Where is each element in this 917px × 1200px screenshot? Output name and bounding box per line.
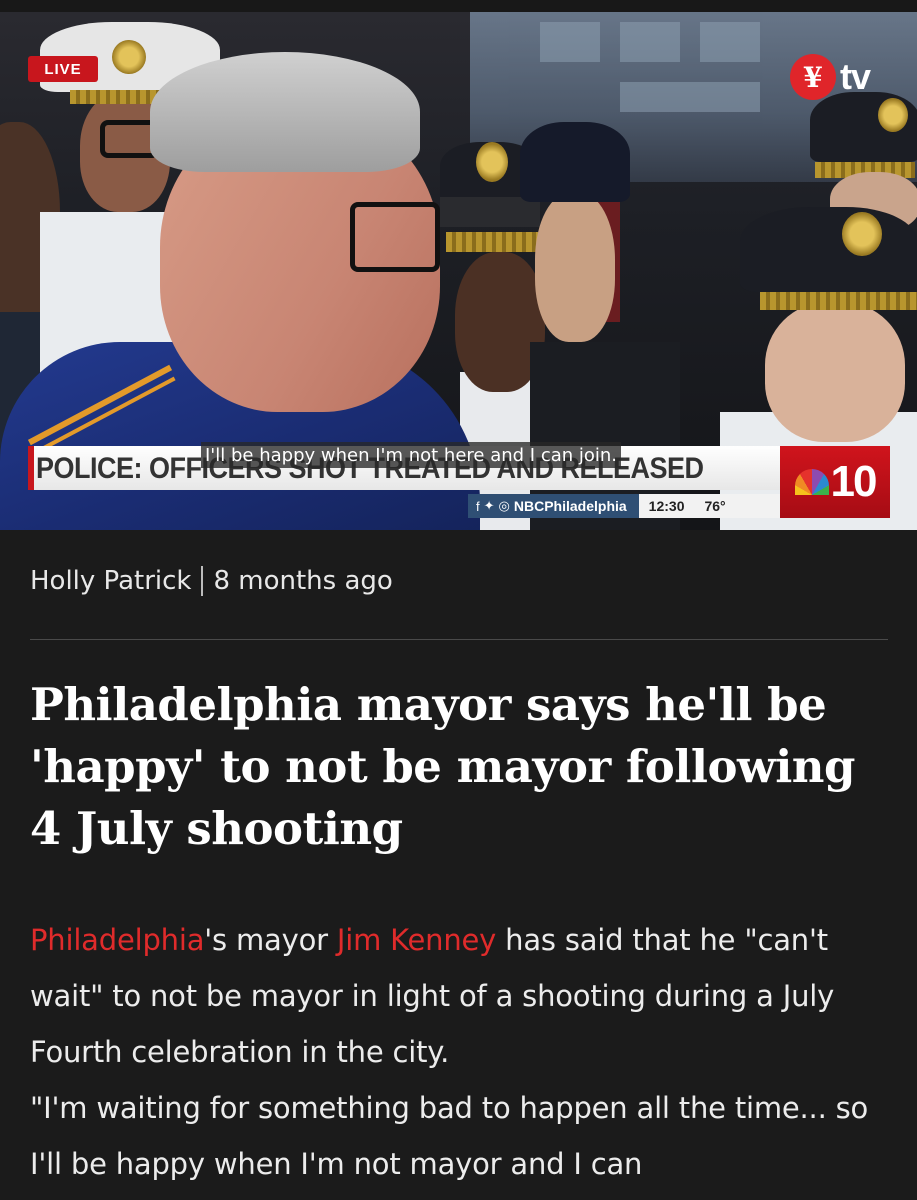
cap-braid <box>760 292 917 310</box>
station-logo: 10 <box>780 446 890 518</box>
author-name[interactable]: Holly Patrick <box>30 566 191 596</box>
divider <box>30 639 888 640</box>
link-philadelphia[interactable]: Philadelphia <box>30 923 204 957</box>
cap-braid <box>446 232 538 252</box>
live-badge: LIVE <box>28 56 98 82</box>
publish-time: 8 months ago <box>213 566 393 596</box>
building-window <box>620 82 760 112</box>
cap-badge <box>476 142 508 182</box>
cap-badge <box>112 40 146 74</box>
byline-separator <box>201 566 204 596</box>
channel-logo-text: tv <box>840 56 871 97</box>
temperature: 76° <box>704 498 726 514</box>
byline: Holly Patrick 8 months ago <box>30 566 393 596</box>
article-title: Philadelphia mayor says he'll be 'happy'… <box>30 678 856 855</box>
article-body: Philadelphia's mayor Jim Kenney has said… <box>30 912 900 1192</box>
officer-cap <box>520 122 630 202</box>
cap-band <box>440 197 540 227</box>
social-icons: f ✦ ◎ NBCPhiladelphia <box>468 494 639 518</box>
top-strip <box>0 0 917 12</box>
body-text: 's mayor <box>204 923 337 957</box>
eagle-icon: ¥ <box>790 54 836 100</box>
video-player[interactable]: LIVE ¥ tv POLICE: OFFICERS SHOT TREATED … <box>0 12 917 530</box>
twitter-icon: ✦ <box>483 498 495 513</box>
peacock-icon <box>794 469 829 495</box>
body-paragraph-2: "I'm waiting for something bad to happen… <box>30 1091 869 1181</box>
social-handle: NBCPhiladelphia <box>513 498 627 514</box>
broadcast-time: 12:30 <box>648 498 685 514</box>
channel-logo: ¥ tv <box>790 52 871 102</box>
mayor-glasses <box>350 202 440 272</box>
building-window <box>540 22 600 62</box>
building-window <box>700 22 760 62</box>
facebook-icon: f <box>476 498 480 514</box>
cap-badge <box>842 212 882 256</box>
info-bar: f ✦ ◎ NBCPhiladelphia 12:30 76° <box>468 494 780 518</box>
link-jim-kenney[interactable]: Jim Kenney <box>337 923 496 957</box>
officer-face <box>535 192 615 342</box>
station-number: 10 <box>830 457 878 506</box>
cap-badge <box>878 98 908 132</box>
mayor-hair <box>150 52 420 172</box>
instagram-icon: ◎ <box>498 498 510 513</box>
building-window <box>620 22 680 62</box>
officer-face <box>765 302 905 442</box>
officer-cap <box>740 207 917 292</box>
video-caption: I'll be happy when I'm not here and I ca… <box>201 442 622 468</box>
